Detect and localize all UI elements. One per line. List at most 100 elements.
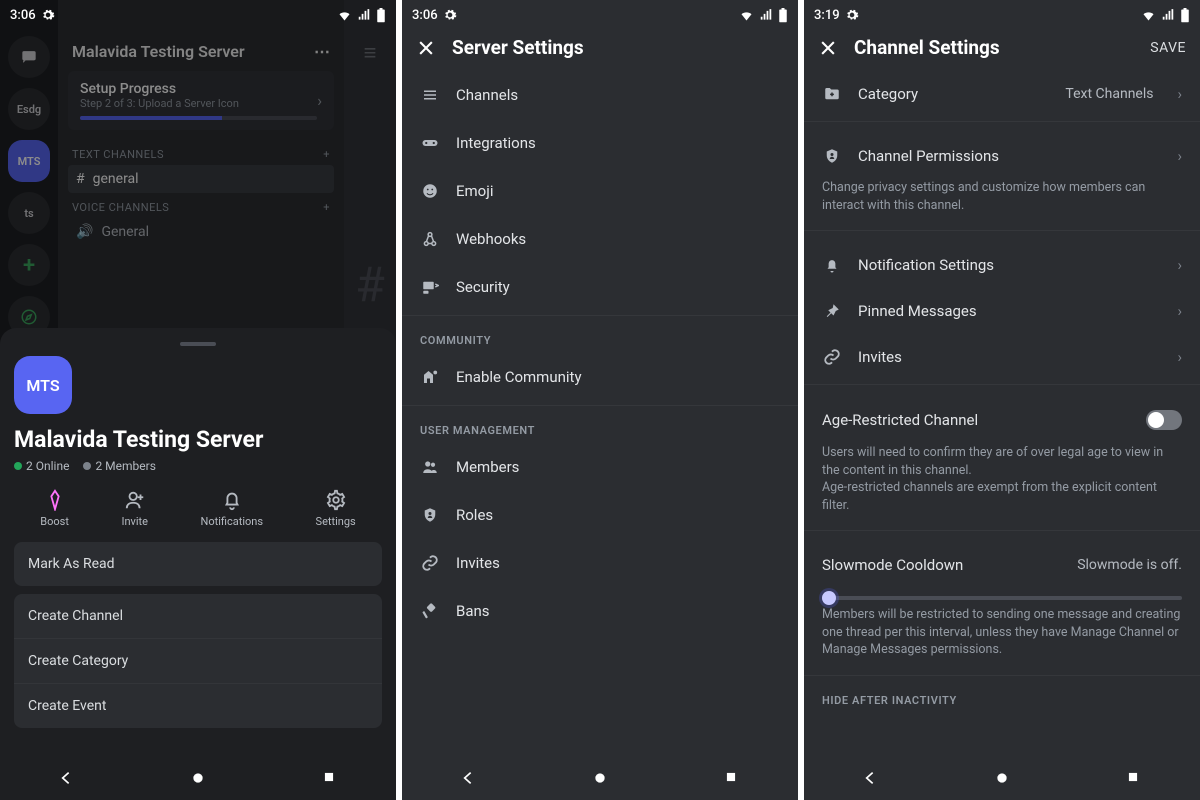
members-count: 2 Members: [83, 459, 155, 473]
section-hide-inactivity: HIDE AFTER INACTIVITY: [804, 675, 1200, 713]
boost-button[interactable]: Boost: [40, 489, 69, 528]
roles-icon: [420, 506, 440, 524]
page-title: Server Settings: [452, 36, 784, 59]
channel-permissions-row[interactable]: Channel Permissions ›: [804, 133, 1200, 179]
server-actions-sheet: MTS Malavida Testing Server 2 Online 2 M…: [0, 328, 396, 800]
voice-channels-header[interactable]: VOICE CHANNELS: [72, 201, 169, 214]
create-channel-button[interactable]: Create Channel: [14, 594, 382, 639]
settings-enable-community[interactable]: Enable Community: [402, 353, 798, 401]
slowmode-value: Slowmode is off.: [1077, 557, 1182, 573]
chevron-right-icon: ›: [1177, 348, 1182, 366]
category-row[interactable]: Category Text Channels ›: [804, 71, 1200, 117]
mark-as-read-button[interactable]: Mark As Read: [14, 542, 382, 586]
server-ts[interactable]: ts: [8, 192, 50, 234]
server-more-icon[interactable]: ⋯: [314, 42, 330, 61]
chevron-right-icon: ›: [1177, 147, 1182, 165]
wifi-icon: [337, 8, 352, 23]
slowmode-description: Members will be restricted to sending on…: [804, 606, 1200, 671]
security-icon: [420, 278, 440, 296]
channel-general[interactable]: #general: [68, 165, 334, 193]
online-count: 2 Online: [14, 459, 69, 473]
setup-progress-card[interactable]: Setup Progress Step 2 of 3: Upload a Ser…: [68, 71, 334, 130]
age-restricted-description: Users will need to confirm they are of o…: [804, 444, 1200, 526]
direct-messages-icon[interactable]: [8, 36, 50, 78]
chevron-right-icon: ›: [1177, 256, 1182, 274]
category-value: Text Channels: [1065, 86, 1153, 102]
page-title: Channel Settings: [854, 36, 1134, 59]
nav-home-icon[interactable]: [592, 770, 608, 786]
settings-button[interactable]: Settings: [316, 489, 356, 528]
age-restricted-toggle[interactable]: [1146, 410, 1182, 430]
notification-settings-row[interactable]: Notification Settings›: [804, 242, 1200, 288]
add-voice-channel-icon[interactable]: +: [323, 201, 330, 214]
server-icon: MTS: [14, 356, 72, 414]
invites-row[interactable]: Invites›: [804, 334, 1200, 380]
settings-roles[interactable]: Roles: [402, 491, 798, 539]
add-text-channel-icon[interactable]: +: [323, 148, 330, 161]
battery-icon: [778, 8, 788, 23]
clock-text: 3:06: [10, 8, 36, 23]
close-icon[interactable]: [416, 38, 436, 58]
signal-icon: [1161, 8, 1175, 22]
nav-home-icon[interactable]: [190, 770, 206, 786]
gear-icon: [41, 8, 55, 22]
gear-icon: [443, 8, 457, 22]
nav-back-icon[interactable]: [460, 770, 476, 786]
nav-recents-icon[interactable]: [1126, 770, 1142, 786]
link-icon: [822, 348, 842, 366]
menu-icon[interactable]: ≡: [344, 40, 396, 66]
section-user-management: USER MANAGEMENT: [402, 405, 798, 443]
create-category-button[interactable]: Create Category: [14, 639, 382, 684]
setup-title: Setup Progress: [80, 81, 317, 97]
folder-plus-icon: [822, 85, 842, 103]
battery-icon: [1180, 8, 1190, 23]
settings-webhooks[interactable]: Webhooks: [402, 215, 798, 263]
voice-channel-general[interactable]: 🔊General: [68, 218, 334, 246]
shield-person-icon: [822, 147, 842, 165]
nav-recents-icon[interactable]: [322, 770, 338, 786]
settings-invites[interactable]: Invites: [402, 539, 798, 587]
battery-icon: [376, 8, 386, 23]
channels-icon: [420, 86, 440, 104]
settings-emoji[interactable]: Emoji: [402, 167, 798, 215]
settings-bans[interactable]: Bans: [402, 587, 798, 635]
webhooks-icon: [420, 230, 440, 248]
close-icon[interactable]: [818, 38, 838, 58]
chevron-right-icon: ›: [317, 91, 322, 110]
settings-security[interactable]: Security: [402, 263, 798, 311]
pinned-messages-row[interactable]: Pinned Messages›: [804, 288, 1200, 334]
invite-button[interactable]: Invite: [121, 489, 148, 528]
clock-text: 3:19: [814, 8, 840, 23]
slowmode-slider[interactable]: [822, 596, 1182, 600]
nav-recents-icon[interactable]: [724, 770, 740, 786]
server-title[interactable]: Malavida Testing Server: [72, 42, 245, 61]
hash-icon: #: [76, 171, 85, 187]
clock-text: 3:06: [412, 8, 438, 23]
text-channels-header[interactable]: TEXT CHANNELS: [72, 148, 164, 161]
create-event-button[interactable]: Create Event: [14, 684, 382, 728]
add-server-icon[interactable]: +: [8, 244, 50, 286]
permissions-description: Change privacy settings and customize ho…: [804, 179, 1200, 226]
nav-back-icon[interactable]: [862, 770, 878, 786]
integrations-icon: [420, 136, 440, 150]
server-name-heading: Malavida Testing Server: [14, 426, 382, 453]
invites-icon: [420, 554, 440, 572]
server-esdg[interactable]: Esdg: [8, 88, 50, 130]
settings-members[interactable]: Members: [402, 443, 798, 491]
chevron-right-icon: ›: [1177, 302, 1182, 320]
server-mts[interactable]: MTS: [8, 140, 50, 182]
settings-integrations[interactable]: Integrations: [402, 119, 798, 167]
nav-home-icon[interactable]: [994, 770, 1010, 786]
bans-icon: [420, 602, 440, 620]
drag-handle-icon[interactable]: [180, 342, 216, 346]
nav-back-icon[interactable]: [58, 770, 74, 786]
settings-channels[interactable]: Channels: [402, 71, 798, 119]
section-community: COMMUNITY: [402, 315, 798, 353]
age-restricted-row[interactable]: Age-Restricted Channel: [804, 396, 1200, 444]
members-icon: [420, 458, 440, 476]
signal-icon: [357, 8, 371, 22]
notifications-button[interactable]: Notifications: [200, 489, 263, 528]
save-button[interactable]: SAVE: [1150, 40, 1186, 56]
gear-icon: [845, 8, 859, 22]
speaker-icon: 🔊: [76, 224, 93, 240]
